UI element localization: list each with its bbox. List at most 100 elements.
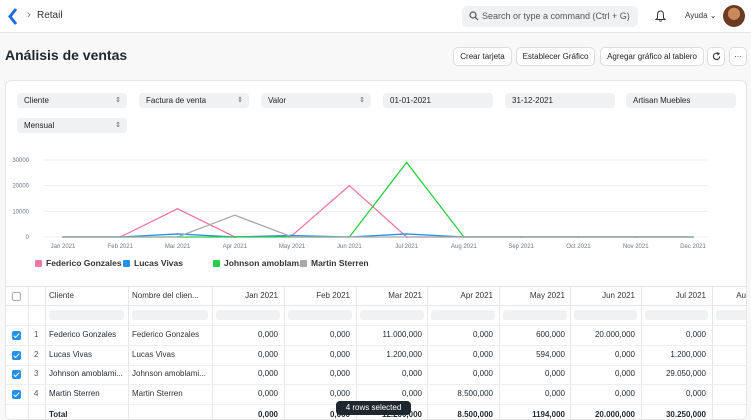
row-checkbox[interactable] xyxy=(12,389,21,399)
refresh-button[interactable] xyxy=(707,47,725,66)
x-tick-label: Jul 2021 xyxy=(395,244,418,250)
column-header[interactable]: Au xyxy=(716,291,746,300)
avatar[interactable] xyxy=(723,5,745,27)
column-header[interactable]: Mar 2021 xyxy=(360,291,422,300)
cell-value[interactable]: 0,000 xyxy=(645,330,706,339)
column-filter-input[interactable] xyxy=(360,310,424,320)
column-header[interactable]: May 2021 xyxy=(503,291,565,300)
data-point xyxy=(405,161,408,164)
cell-value[interactable]: 0,000 xyxy=(288,369,350,378)
cell-nombre[interactable]: Lucas Vivas xyxy=(132,350,210,359)
cell-value[interactable]: 594,000 xyxy=(503,350,565,359)
select-all-checkbox[interactable] xyxy=(12,292,21,301)
row-divider xyxy=(6,384,746,385)
add-to-dashboard-button[interactable]: Agregar gráfico al tablero xyxy=(600,47,704,66)
row-index: 2 xyxy=(34,349,39,359)
column-filter-input[interactable] xyxy=(503,310,567,320)
column-filter-input[interactable] xyxy=(574,310,637,320)
row-checkbox[interactable] xyxy=(12,350,21,360)
column-filter-input[interactable] xyxy=(132,310,208,320)
column-header[interactable]: Apr 2021 xyxy=(431,291,493,300)
cell-value[interactable]: 0,000 xyxy=(574,369,635,378)
search-bar[interactable]: Search or type a command (Ctrl + G) xyxy=(462,6,638,27)
legend-swatch xyxy=(300,260,307,267)
cell-cliente[interactable]: Federico Gonzales xyxy=(49,330,126,339)
cell-value[interactable]: 0,000 xyxy=(503,369,565,378)
column-divider xyxy=(427,286,428,419)
app-logo-icon[interactable] xyxy=(8,8,18,25)
cell-nombre[interactable]: Federico Gonzales xyxy=(132,330,210,339)
column-divider xyxy=(641,286,642,419)
legend-item-federico[interactable]: Federico Gonzales xyxy=(35,258,122,268)
row-checkbox[interactable] xyxy=(12,331,21,340)
breadcrumb-retail[interactable]: Retail xyxy=(37,10,63,21)
legend-swatch xyxy=(123,260,130,267)
create-card-button[interactable]: Crear tarjeta xyxy=(453,47,512,66)
cell-value[interactable]: 600,000 xyxy=(503,330,565,339)
to-date-field[interactable]: 31-12-2021 xyxy=(505,93,615,108)
cell-value[interactable]: 0,000 xyxy=(360,389,422,398)
doc-type-select[interactable]: Factura de venta ⇕ xyxy=(139,93,249,108)
tree-type-select[interactable]: Cliente ⇕ xyxy=(17,93,127,108)
column-filter-input[interactable] xyxy=(431,310,495,320)
cell-value[interactable]: 0,000 xyxy=(431,350,493,359)
cell-value[interactable]: 0,000 xyxy=(360,369,422,378)
search-icon xyxy=(469,11,479,21)
cell-value[interactable]: 0,000 xyxy=(216,350,278,359)
cell-value[interactable]: 29.050,000 xyxy=(645,369,706,378)
tree-type-value: Cliente xyxy=(24,96,49,105)
column-header[interactable]: Feb 2021 xyxy=(288,291,350,300)
data-point xyxy=(119,236,122,238)
cell-value[interactable]: 1.200,000 xyxy=(360,350,422,359)
cell-value[interactable]: 0,000 xyxy=(288,330,350,339)
cell-value[interactable]: 8.500,000 xyxy=(431,389,493,398)
cell-cliente[interactable]: Johnson amoblami... xyxy=(49,369,126,378)
column-filter-input[interactable] xyxy=(716,310,746,320)
cell-value[interactable]: 0,000 xyxy=(431,330,493,339)
x-tick-label: Feb 2021 xyxy=(108,244,134,250)
cell-value[interactable]: 0,000 xyxy=(216,369,278,378)
help-dropdown[interactable]: Ayuda ⌄ xyxy=(685,11,716,20)
row-checkbox[interactable] xyxy=(12,370,21,379)
legend-item-johnson[interactable]: Johnson amoblam... xyxy=(213,258,306,268)
from-date-field[interactable]: 01-01-2021 xyxy=(383,93,493,108)
company-field[interactable]: Artisan Muebles xyxy=(626,93,736,108)
cell-value[interactable]: 20.000,000 xyxy=(574,330,635,339)
cell-value[interactable]: 0,000 xyxy=(216,330,278,339)
cell-cliente[interactable]: Martin Sterren xyxy=(49,389,126,398)
legend-label: Lucas Vivas xyxy=(134,258,183,268)
cell-value[interactable]: 0,000 xyxy=(288,350,350,359)
cell-value[interactable]: 0,000 xyxy=(431,369,493,378)
column-header[interactable]: Cliente xyxy=(49,291,122,300)
cell-value[interactable]: 0,000 xyxy=(574,389,635,398)
legend-item-martin[interactable]: Martin Sterren xyxy=(300,258,369,268)
cell-cliente[interactable]: Lucas Vivas xyxy=(49,350,126,359)
column-filter-input[interactable] xyxy=(288,310,352,320)
cell-nombre[interactable]: Martin Sterren xyxy=(132,389,210,398)
refresh-icon xyxy=(712,52,720,61)
cell-value[interactable]: 0,000 xyxy=(645,389,706,398)
value-quantity-select[interactable]: Valor ⇕ xyxy=(261,93,371,108)
legend-label: Federico Gonzales xyxy=(46,258,122,268)
column-filter-input[interactable] xyxy=(49,310,124,320)
range-select[interactable]: Mensual ⇕ xyxy=(17,118,127,133)
cell-value[interactable]: 1.200,000 xyxy=(645,350,706,359)
column-header[interactable]: Jan 2021 xyxy=(216,291,278,300)
column-filter-input[interactable] xyxy=(645,310,708,320)
column-header[interactable]: Jul 2021 xyxy=(645,291,706,300)
y-tick-label: 20000 xyxy=(12,184,29,190)
column-header[interactable]: Nombre del clien... xyxy=(132,291,206,300)
cell-value[interactable]: 11.000,000 xyxy=(360,330,422,339)
cell-value[interactable]: 0,000 xyxy=(503,389,565,398)
cell-value[interactable]: 0,000 xyxy=(216,389,278,398)
column-header[interactable]: Jun 2021 xyxy=(574,291,635,300)
notification-bell-icon[interactable] xyxy=(655,10,666,22)
set-chart-button[interactable]: Establecer Gráfico xyxy=(516,47,595,66)
cell-nombre[interactable]: Johnson amoblami... xyxy=(132,369,210,378)
more-button[interactable]: ··· xyxy=(729,47,747,66)
cell-value[interactable]: 0,000 xyxy=(574,350,635,359)
row-index: 4 xyxy=(34,388,39,398)
column-filter-input[interactable] xyxy=(216,310,280,320)
cell-value[interactable]: 0,000 xyxy=(288,389,350,398)
legend-item-lucas[interactable]: Lucas Vivas xyxy=(123,258,183,268)
